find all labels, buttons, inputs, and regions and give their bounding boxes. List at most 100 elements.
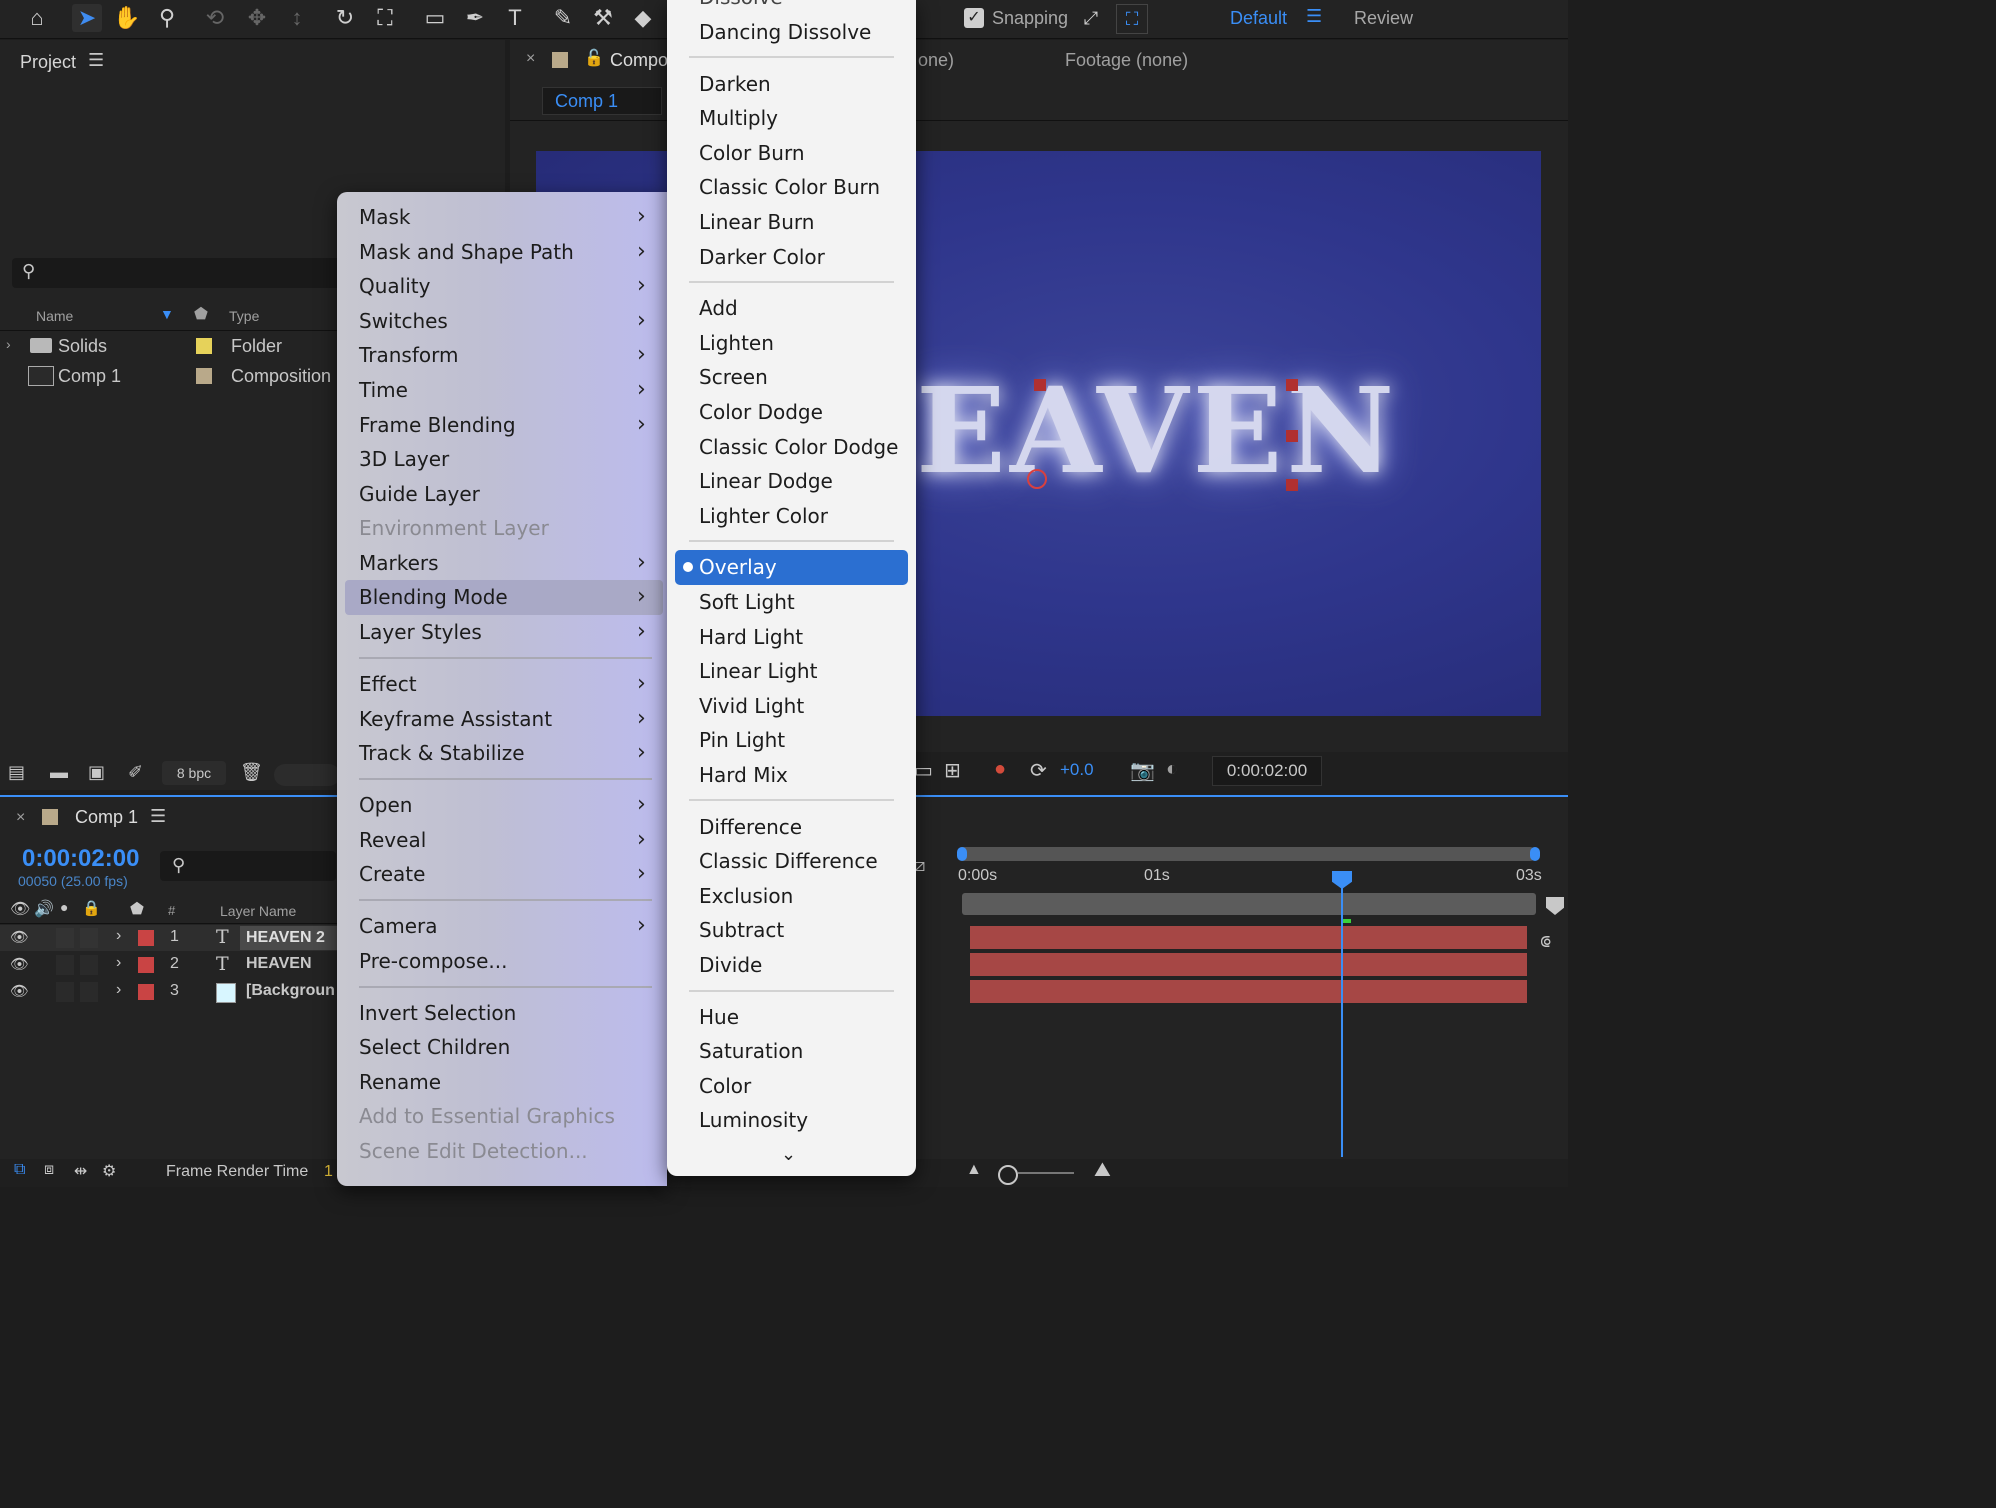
region-icon[interactable]: ▭ [914, 758, 933, 783]
new-composition-icon[interactable]: ▣ [88, 762, 105, 783]
snapshot-icon[interactable]: 📷 [1130, 758, 1155, 783]
home-icon[interactable]: ⌂ [22, 4, 52, 32]
menu-item-mask[interactable]: Mask [359, 200, 411, 234]
menu-item-time[interactable]: Time [359, 373, 408, 407]
col-layer-name[interactable]: Layer Name [220, 903, 296, 919]
layer-row[interactable]: 👁 › 3 [Backgroun [0, 979, 337, 1005]
blend-item[interactable]: Linear Dodge [699, 464, 833, 498]
blend-item[interactable]: Screen [699, 360, 768, 394]
layer-bar[interactable] [970, 953, 1527, 976]
zoom-slider[interactable] [1018, 1172, 1074, 1174]
viewer-timecode[interactable]: 0:00:02:00 [1212, 756, 1322, 786]
blend-item[interactable]: Pin Light [699, 723, 785, 757]
menu-item-blending-mode[interactable]: Blending Mode [359, 580, 508, 614]
menu-item-open[interactable]: Open [359, 788, 412, 822]
label-swatch[interactable] [138, 957, 154, 973]
layer-handle[interactable] [1286, 430, 1298, 442]
pan-tool-icon[interactable]: ✥ [242, 4, 272, 32]
new-folder-icon[interactable]: ▬ [50, 762, 68, 783]
blend-item[interactable]: Hard Light [699, 620, 803, 654]
layer-name[interactable]: HEAVEN 2 [240, 926, 343, 950]
work-area-end-handle[interactable] [1530, 847, 1540, 861]
sort-down-icon[interactable]: ▼ [160, 306, 174, 322]
blend-item[interactable]: Classic Difference [699, 844, 878, 878]
channel-icon[interactable]: ● [994, 758, 1006, 781]
snapping-checkbox[interactable]: ✓ [964, 8, 984, 28]
rotate-tool-icon[interactable]: ↻ [330, 4, 360, 32]
eye-icon[interactable]: 👁 [10, 982, 29, 1000]
chevron-right-icon[interactable]: › [116, 981, 121, 999]
blend-item[interactable]: Color Burn [699, 136, 805, 170]
comp-breadcrumb[interactable]: Comp 1 [542, 87, 662, 115]
chevron-right-icon[interactable]: › [6, 336, 11, 352]
exposure-value[interactable]: +0.0 [1060, 760, 1094, 780]
menu-item-select-children[interactable]: Select Children [359, 1030, 510, 1064]
layer-handle[interactable] [1286, 379, 1298, 391]
label-swatch[interactable] [138, 930, 154, 946]
blend-item[interactable]: Hue [699, 1000, 739, 1034]
blend-item[interactable]: Luminosity [699, 1103, 808, 1137]
audio-icon[interactable]: 🔊 [34, 899, 54, 919]
workspace-review[interactable]: Review [1354, 8, 1413, 29]
menu-item-frame-blending[interactable]: Frame Blending [359, 408, 516, 442]
anchor-tool-icon[interactable]: ⛶ [370, 4, 400, 32]
transfer-controls-icon[interactable]: ⧈ [44, 1161, 54, 1179]
snap-features-icon[interactable]: ⛶ [1116, 4, 1148, 34]
solo-switch[interactable] [56, 928, 74, 948]
menu-item-markers[interactable]: Markers [359, 546, 439, 580]
workspace-menu-icon[interactable]: ☰ [1306, 6, 1322, 27]
solo-icon[interactable]: ● [60, 899, 68, 915]
blend-item[interactable]: Lighter Color [699, 499, 828, 533]
solo-switch[interactable] [56, 982, 74, 1002]
blend-item[interactable]: Vivid Light [699, 689, 804, 723]
lock-icon[interactable]: 🔒 [82, 899, 101, 917]
lock-switch[interactable] [80, 982, 98, 1002]
type-tool-icon[interactable]: T [500, 4, 530, 32]
scroll-down-icon[interactable]: ⌄ [781, 1144, 796, 1165]
menu-item-rename[interactable]: Rename [359, 1065, 441, 1099]
layer-bar[interactable] [970, 980, 1527, 1003]
blend-item[interactable]: Linear Burn [699, 205, 814, 239]
eye-icon[interactable]: 👁 [10, 899, 30, 919]
blend-item[interactable]: Divide [699, 948, 762, 982]
playhead-handle[interactable] [1332, 871, 1352, 889]
rectangle-tool-icon[interactable]: ▭ [420, 4, 450, 32]
eye-icon[interactable]: 👁 [10, 955, 29, 973]
pen-tool-icon[interactable]: ✒ [460, 4, 490, 32]
menu-item-3d-layer[interactable]: 3D Layer [359, 442, 449, 476]
footage-tab[interactable]: Footage (none) [1065, 50, 1188, 71]
comment-marker-icon[interactable] [1546, 897, 1564, 915]
menu-item-create[interactable]: Create [359, 857, 425, 891]
blend-item[interactable]: Lighten [699, 326, 774, 360]
orbit-tool-icon[interactable]: ⟲ [200, 4, 230, 32]
layer-name[interactable]: HEAVEN [246, 955, 312, 973]
chevron-right-icon[interactable]: › [116, 954, 121, 972]
brush-tool-icon[interactable]: ✎ [548, 4, 578, 32]
timeline-timecode[interactable]: 0:00:02:00 [22, 845, 139, 873]
blend-item[interactable]: Dissolve [699, 0, 783, 14]
close-icon[interactable]: × [526, 50, 535, 68]
menu-item-camera[interactable]: Camera [359, 909, 438, 943]
layer-row[interactable]: 👁 › 1 T HEAVEN 2 [0, 925, 343, 951]
blend-item[interactable]: Subtract [699, 913, 784, 947]
zoom-out-icon[interactable]: ▲ [966, 1161, 982, 1179]
layer-search-input[interactable]: ⚲ [160, 851, 336, 881]
selection-tool-icon[interactable]: ➤ [72, 4, 102, 32]
blend-item[interactable]: Dancing Dissolve [699, 15, 871, 49]
menu-item-track-stabilize[interactable]: Track & Stabilize [359, 736, 525, 770]
trash-icon[interactable]: 🗑 [240, 762, 263, 783]
lock-switch[interactable] [80, 928, 98, 948]
label-tag-icon[interactable]: ⬟ [130, 899, 144, 919]
flowchart-icon[interactable]: ✐ [128, 762, 143, 783]
col-name[interactable]: Name [36, 308, 73, 324]
menu-item-keyframe-assistant[interactable]: Keyframe Assistant [359, 702, 552, 736]
layer-handle[interactable] [1034, 379, 1046, 391]
hand-tool-icon[interactable]: ✋ [112, 4, 142, 32]
workspace-default[interactable]: Default [1230, 8, 1287, 29]
close-icon[interactable]: × [16, 809, 25, 827]
menu-item-effect[interactable]: Effect [359, 667, 417, 701]
blend-item[interactable]: Darker Color [699, 240, 825, 274]
blend-item[interactable]: Darken [699, 67, 771, 101]
menu-item-pre-compose[interactable]: Pre-compose... [359, 944, 507, 978]
layer-bar[interactable] [970, 926, 1527, 949]
